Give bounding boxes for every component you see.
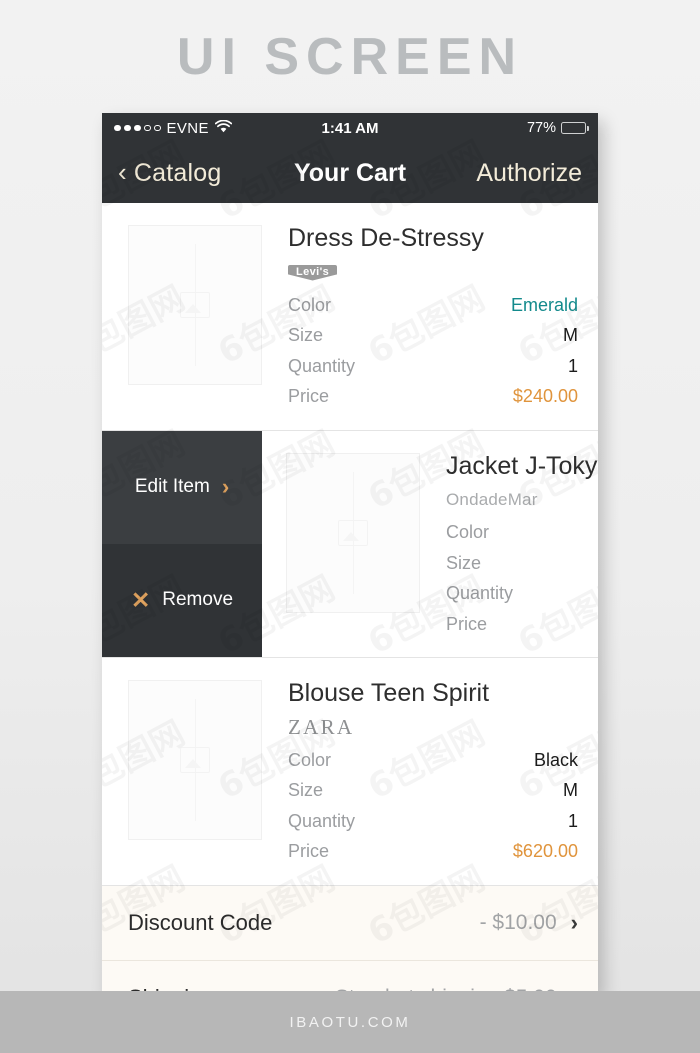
- chevron-right-icon: ›: [221, 474, 230, 500]
- cart-item-details: Blouse Teen Spirit ZARA Color Black Size…: [262, 679, 578, 867]
- spec-label-quantity: Quantity: [446, 583, 514, 603]
- product-name: Blouse Teen Spirit: [288, 679, 490, 707]
- discount-code-value: - $10.00: [479, 910, 557, 934]
- spec-row-color: Color: [446, 517, 578, 548]
- spec-row-quantity: Quantity 1: [288, 351, 578, 382]
- phone-mockup: EVNE 1:41 AM 77% ‹ Catalog Your Cart Aut…: [102, 113, 598, 993]
- close-x-icon: ✕: [130, 586, 151, 613]
- footer-label: IBAOTU.COM: [289, 1013, 411, 1031]
- shipping-row[interactable]: Shipping Standart shipping $5.00 ›: [102, 960, 598, 993]
- spec-list: Color Emerald Size M Quantity 1 Price $2…: [288, 290, 578, 412]
- status-bar: EVNE 1:41 AM 77%: [102, 113, 598, 143]
- spec-row-size: Size M: [288, 320, 578, 351]
- brand-row: Levi's: [288, 262, 578, 284]
- spec-value-color: Black: [533, 749, 578, 770]
- spec-label-quantity: Quantity: [288, 355, 356, 376]
- spec-value-price: $620.00: [512, 841, 578, 861]
- product-name: Jacket J-Toky: [446, 451, 598, 480]
- spec-row-size: Size M: [288, 775, 578, 806]
- discount-code-right: - $10.00 ›: [480, 911, 578, 935]
- spec-value-quantity: 1: [567, 355, 578, 376]
- spec-row-quantity: Quantity 1: [288, 806, 578, 837]
- spec-list: Color Size Quantity Price: [446, 517, 578, 639]
- swipe-action-panel: Edit Item › ✕ Remove: [102, 430, 262, 657]
- spec-value-quantity: 1: [567, 810, 578, 831]
- image-placeholder-icon: [180, 292, 210, 318]
- spec-label-price: Price: [288, 841, 330, 861]
- wifi-icon: [214, 119, 233, 137]
- cart-item-content: Jacket J-Toky OndadeMar Color Size Quant…: [262, 451, 598, 640]
- page-title: UI SCREEN: [176, 28, 524, 86]
- product-thumbnail[interactable]: [286, 452, 420, 613]
- status-bar-right: 77%: [526, 120, 589, 136]
- order-summary: Discount Code - $10.00 › Shipping Standa…: [102, 885, 598, 993]
- product-thumbnail[interactable]: [128, 680, 262, 840]
- spec-label-color: Color: [446, 522, 490, 542]
- battery-icon: [561, 122, 589, 134]
- spec-label-size: Size: [288, 780, 324, 800]
- image-placeholder-icon: [338, 519, 368, 546]
- spec-value-size: M: [563, 780, 578, 800]
- back-button[interactable]: ‹ Catalog: [118, 159, 221, 188]
- image-placeholder-icon: [180, 747, 210, 773]
- spec-list: Color Black Size M Quantity 1 Price $620…: [288, 745, 578, 867]
- spec-label-color: Color: [288, 294, 332, 315]
- spec-row-quantity: Quantity: [446, 578, 578, 609]
- spec-value-size: M: [563, 325, 578, 345]
- navigation-bar: ‹ Catalog Your Cart Authorize: [102, 143, 598, 203]
- chevron-right-icon: ›: [570, 909, 578, 935]
- brand-logo: ZARA: [288, 715, 355, 739]
- status-bar-left: EVNE: [114, 119, 233, 137]
- brand-logo: Levi's: [288, 264, 338, 281]
- product-thumbnail[interactable]: [128, 225, 262, 385]
- back-button-label: Catalog: [133, 158, 222, 187]
- cart-item-row[interactable]: Dress De-Stressy Levi's Color Emerald Si…: [102, 203, 598, 431]
- spec-row-price: Price $620.00: [288, 836, 578, 867]
- cart-item-details: Jacket J-Toky OndadeMar Color Size Quant…: [420, 451, 598, 640]
- spec-row-price: Price: [446, 609, 578, 640]
- spec-label-size: Size: [288, 325, 324, 345]
- spec-label-size: Size: [446, 552, 482, 573]
- remove-item-label: Remove: [162, 589, 234, 611]
- product-name: Dress De-Stressy: [288, 224, 484, 252]
- spec-value-price: $240.00: [512, 386, 578, 406]
- poster-canvas: UI SCREEN EVNE 1:41 AM 77% ‹ Catalog You…: [0, 0, 700, 1053]
- discount-code-label: Discount Code: [128, 909, 273, 935]
- edit-item-label: Edit Item: [134, 476, 210, 498]
- spec-label-price: Price: [446, 613, 488, 634]
- footer-bar: IBAOTU.COM: [0, 991, 700, 1053]
- spec-label-price: Price: [288, 386, 330, 406]
- signal-strength-icon: [114, 124, 161, 132]
- edit-item-button[interactable]: Edit Item ›: [102, 430, 262, 544]
- discount-code-row[interactable]: Discount Code - $10.00 ›: [102, 885, 598, 961]
- spec-row-color: Color Black: [288, 745, 578, 776]
- spec-label-quantity: Quantity: [288, 810, 356, 831]
- spec-row-price: Price $240.00: [288, 381, 578, 412]
- spec-label-color: Color: [288, 749, 332, 770]
- remove-item-button[interactable]: ✕ Remove: [102, 543, 262, 657]
- chevron-left-icon: ‹: [118, 157, 127, 187]
- cart-item-details: Dress De-Stressy Levi's Color Emerald Si…: [262, 224, 578, 412]
- brand-row: ZARA: [288, 715, 578, 739]
- spec-value-color: Emerald: [510, 294, 578, 315]
- cart-item-list: Dress De-Stressy Levi's Color Emerald Si…: [102, 203, 598, 886]
- brand-logo: OndadeMar: [446, 490, 538, 509]
- authorize-button[interactable]: Authorize: [476, 159, 582, 188]
- cart-item-row-swiped[interactable]: Edit Item › ✕ Remove Jacket J-Toky Ondad…: [102, 430, 598, 658]
- brand-row: OndadeMar: [446, 489, 578, 511]
- cart-item-row[interactable]: Blouse Teen Spirit ZARA Color Black Size…: [102, 658, 598, 886]
- battery-percent-label: 77%: [526, 120, 556, 136]
- spec-row-color: Color Emerald: [288, 290, 578, 321]
- spec-row-size: Size: [446, 548, 578, 579]
- carrier-label: EVNE: [166, 119, 209, 137]
